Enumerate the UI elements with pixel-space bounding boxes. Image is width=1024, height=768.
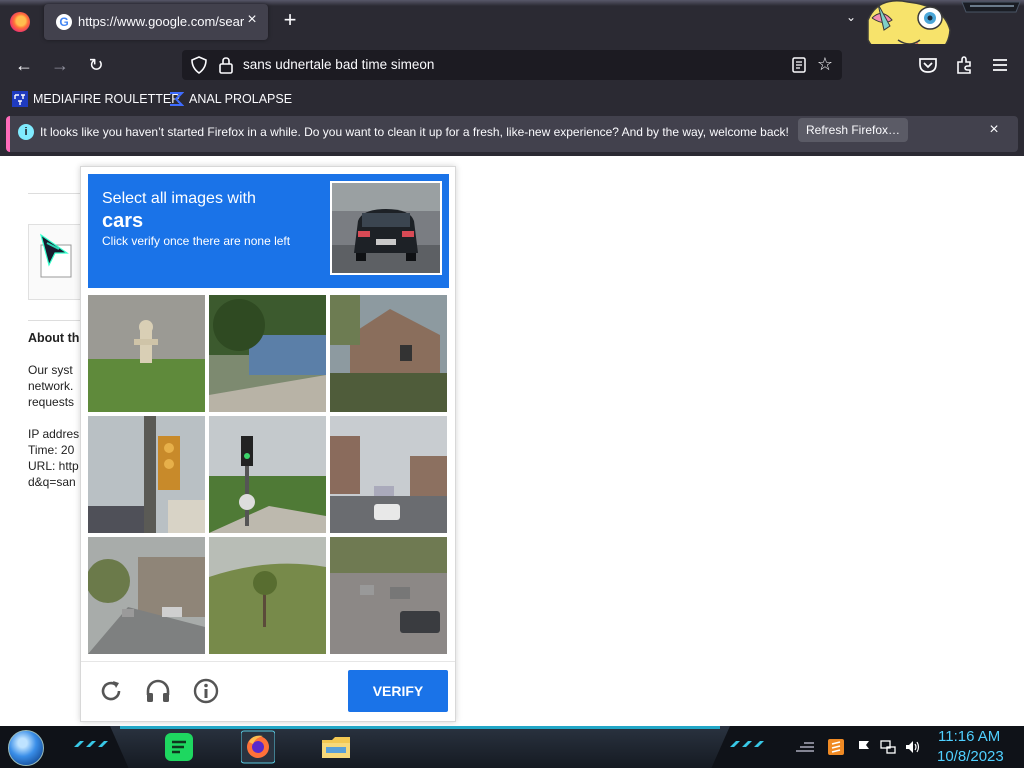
lock-icon[interactable] <box>218 56 234 74</box>
bookmark-mediafire-rouletter[interactable]: MEDIAFIRE ROULETTER <box>12 89 180 109</box>
captcha-tile-6-road-car[interactable] <box>330 416 447 533</box>
url-input[interactable]: sans udnertale bad time simeon <box>243 57 434 72</box>
paragraph-line: Our syst <box>28 363 73 377</box>
list-all-tabs-icon[interactable]: ⌄ <box>846 10 856 24</box>
url-bar[interactable]: sans udnertale bad time simeon ☆ <box>182 50 842 80</box>
audio-headphones-icon[interactable] <box>144 677 172 705</box>
extensions-puzzle-icon[interactable] <box>953 54 975 76</box>
page-logo-tile <box>28 224 88 300</box>
new-tab-button[interactable]: + <box>280 9 300 31</box>
google-favicon-icon: G <box>56 14 72 30</box>
captcha-tile-2-trees-road[interactable] <box>209 295 326 412</box>
info-icon[interactable] <box>192 677 220 705</box>
hamburger-menu-icon[interactable] <box>989 54 1011 76</box>
sublime-text-tray-icon[interactable] <box>828 739 844 755</box>
bookmark-label: ANAL PROLAPSE <box>189 92 293 106</box>
bookmark-star-icon[interactable]: ☆ <box>814 53 836 75</box>
instruction-target: cars <box>102 210 144 232</box>
captcha-tile-7-street-cars[interactable] <box>88 537 205 654</box>
window-controls-decoration <box>961 1 1021 13</box>
captcha-image-grid <box>88 295 449 656</box>
instruction-subline: Click verify once there are none left <box>102 234 291 248</box>
start-orb-button[interactable] <box>8 730 44 766</box>
tab-title: https://www.google.com/search <box>78 14 244 29</box>
taskbar-accent-line <box>120 726 720 729</box>
captcha-tile-9-parking-cars[interactable] <box>330 537 447 654</box>
back-button[interactable]: ← <box>13 54 35 76</box>
detail-line: d&q=san <box>28 475 76 489</box>
taskbar-decoration <box>110 726 730 768</box>
about-heading: About th <box>28 331 80 345</box>
recaptcha-challenge: Select all images with cars Click verify… <box>80 166 456 722</box>
clock-date[interactable]: 10/8/2023 <box>937 748 1004 765</box>
file-explorer-icon[interactable] <box>320 730 352 764</box>
sigma-icon <box>170 92 184 106</box>
captcha-tile-1-hydrant[interactable] <box>88 295 205 412</box>
bookmarks-toolbar: MEDIAFIRE ROULETTER ANAL PROLAPSE <box>0 86 1024 112</box>
taskbar-dots-decoration <box>74 741 108 747</box>
bookmark-label: MEDIAFIRE ROULETTER <box>33 92 181 106</box>
taskbar-dots-decoration <box>730 741 764 747</box>
instruction-line: Select all images with <box>102 190 256 207</box>
volume-icon[interactable] <box>904 739 920 755</box>
captcha-instructions: Select all images with cars Click verify… <box>88 174 449 288</box>
sample-car-image <box>330 181 442 275</box>
network-icon[interactable] <box>880 739 896 755</box>
detail-line: Time: 20 <box>28 443 75 457</box>
spotify-icon[interactable] <box>163 730 195 764</box>
reload-icon[interactable] <box>97 677 125 705</box>
pocket-icon[interactable] <box>917 54 939 76</box>
captcha-tile-4-traffic-light[interactable] <box>88 416 205 533</box>
paragraph-line: network. <box>28 379 74 393</box>
refresh-firefox-notification: i It looks like you haven’t started Fire… <box>0 112 1024 156</box>
reader-view-icon[interactable] <box>790 56 808 74</box>
mediafire-icon <box>12 91 28 107</box>
captcha-tile-5-street-signal[interactable] <box>209 416 326 533</box>
verify-button[interactable]: VERIFY <box>348 670 448 712</box>
captcha-tile-8-grass-hill[interactable] <box>209 537 326 654</box>
captcha-tile-3-house[interactable] <box>330 295 447 412</box>
detail-line: URL: http <box>28 459 79 473</box>
forward-button[interactable]: → <box>49 54 71 76</box>
refresh-firefox-button[interactable]: Refresh Firefox… <box>798 118 908 142</box>
tab-strip: G https://www.google.com/search × + ⌄ <box>0 0 1024 61</box>
divider <box>28 193 88 194</box>
arrow-cursor-logo-icon <box>39 233 72 278</box>
navigation-toolbar: ← → ↻ sans udnertale bad time simeon ☆ <box>0 44 1024 86</box>
bookmark-anal-prolapse[interactable]: ANAL PROLAPSE <box>168 89 292 109</box>
tracking-protection-shield-icon[interactable] <box>190 56 208 74</box>
info-icon: i <box>18 124 34 140</box>
reload-button[interactable]: ↻ <box>85 54 107 76</box>
firefox-view-icon[interactable] <box>10 12 30 32</box>
clock-time[interactable]: 11:16 AM <box>938 728 1000 745</box>
divider <box>28 320 88 321</box>
taskbar: 11:16 AM 10/8/2023 <box>0 726 1024 768</box>
tab-close-icon[interactable]: × <box>244 12 260 28</box>
close-notification-icon[interactable]: × <box>984 120 1004 140</box>
tab-google-search[interactable]: G https://www.google.com/search × <box>44 4 268 40</box>
notification-message: It looks like you haven’t started Firefo… <box>40 125 789 139</box>
captcha-footer-divider <box>81 661 455 662</box>
paragraph-line: requests <box>28 395 75 409</box>
firefox-icon[interactable] <box>241 730 275 764</box>
action-center-flag-icon[interactable] <box>856 739 872 755</box>
show-hidden-icons-icon[interactable] <box>794 739 816 755</box>
detail-line: IP addres <box>28 427 80 441</box>
